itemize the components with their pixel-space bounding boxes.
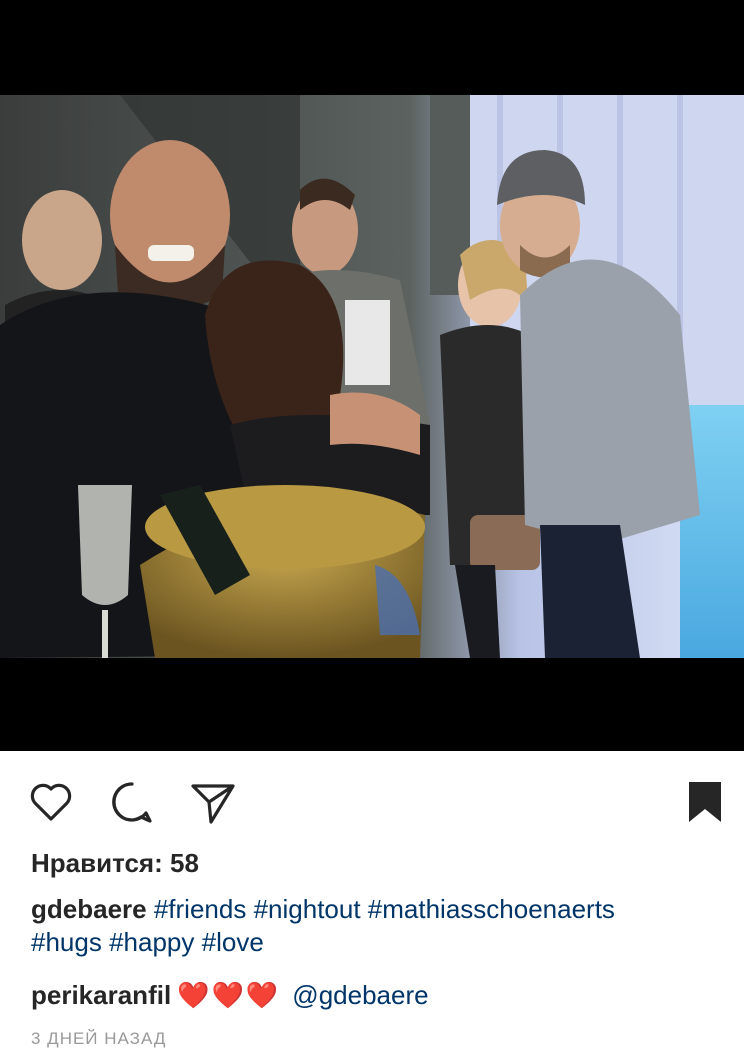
comment-item: perikaranfil ❤️❤️❤️ @gdebaere: [31, 979, 721, 1012]
hashtag-link[interactable]: #love: [202, 927, 264, 957]
photo-illustration: [0, 95, 744, 658]
hashtag-link[interactable]: #friends: [154, 894, 247, 924]
hashtag-link[interactable]: #nightout: [254, 894, 361, 924]
heart-emojis: ❤️❤️❤️: [177, 980, 281, 1010]
hashtag-link[interactable]: #mathiasschoenaerts: [368, 894, 615, 924]
heart-icon[interactable]: [27, 778, 75, 826]
post-caption: gdebaere #friends #nightout #mathiasscho…: [31, 893, 721, 959]
hashtag-link[interactable]: #happy: [109, 927, 194, 957]
comment-icon[interactable]: [108, 778, 156, 826]
post-timestamp: 3 ДНЕЙ НАЗАД: [31, 1029, 167, 1048]
mention-link[interactable]: @gdebaere: [292, 980, 428, 1010]
bookmark-icon[interactable]: [681, 778, 729, 826]
post-photo-frame: [0, 0, 744, 751]
hashtag-link[interactable]: #hugs: [31, 927, 102, 957]
send-icon[interactable]: [189, 778, 237, 826]
likes-count[interactable]: Нравится: 58: [31, 848, 199, 879]
comment-username[interactable]: perikaranfil: [31, 980, 171, 1010]
caption-username[interactable]: gdebaere: [31, 894, 147, 924]
post-photo[interactable]: [0, 95, 744, 658]
